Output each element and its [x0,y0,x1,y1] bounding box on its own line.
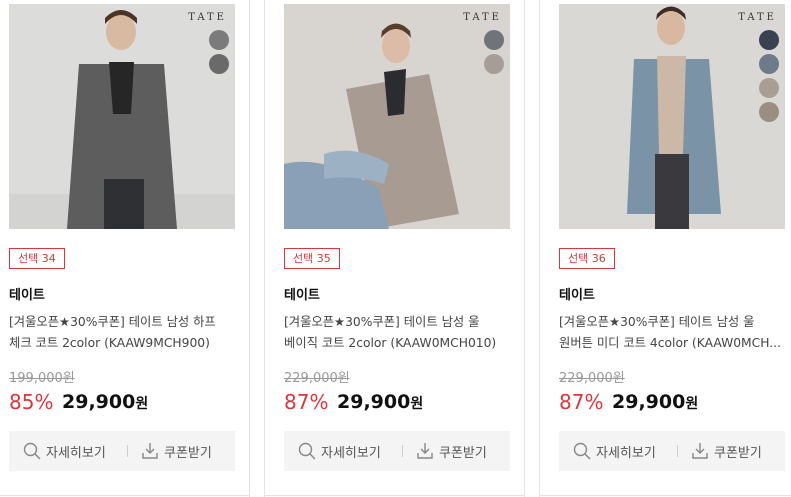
detail-label: 자세히보기 [46,445,106,461]
sale-price: 29,900원 [337,391,423,413]
price-unit: 원 [685,396,699,412]
download-icon [692,443,708,459]
original-price: 229,000원 [284,371,350,386]
coupon-label: 쿠폰받기 [439,445,487,461]
discount-rate: 87% [284,390,329,414]
sale-price: 29,900원 [612,391,698,413]
coupon-label: 쿠폰받기 [714,445,762,461]
coupon-button[interactable]: 쿠폰받기 [141,431,212,471]
product-title-line: [겨울오픈★30%쿠폰] 테이트 남성 울 [559,315,755,329]
card-divider [264,0,265,497]
sale-price-value: 29,900 [62,391,136,413]
color-swatch [759,54,779,74]
price-unit: 원 [410,396,424,412]
detail-button[interactable]: 자세히보기 [23,431,106,471]
brand-logo: TATE [188,12,227,23]
color-swatch [484,30,504,50]
brand-logo: TATE [463,12,502,23]
product-title[interactable]: [겨울오픈★30%쿠폰] 테이트 남성 하프 체크 코트 2color (KAA… [9,312,237,354]
search-icon [573,442,591,460]
model-photo [284,4,510,229]
product-image[interactable]: TATE [284,4,510,229]
action-separator [677,445,678,457]
download-icon [142,443,158,459]
product-card[interactable]: TATE 선택 34 테이트 [겨울오픈★30%쿠폰] 테이트 남성 하프 체크… [9,0,235,497]
card-divider [249,0,250,497]
action-bar: 자세히보기 쿠폰받기 [284,431,510,471]
color-swatch [759,30,779,50]
product-title-line: [겨울오픈★30%쿠폰] 테이트 남성 울 [284,315,480,329]
color-swatch [759,78,779,98]
detail-label: 자세히보기 [321,445,381,461]
detail-button[interactable]: 자세히보기 [573,431,656,471]
price-unit: 원 [135,396,149,412]
brand-name[interactable]: 테이트 [9,284,45,303]
coupon-label: 쿠폰받기 [164,445,212,461]
sale-price-value: 29,900 [612,391,686,413]
detail-button[interactable]: 자세히보기 [298,431,381,471]
action-bar: 자세히보기 쿠폰받기 [559,431,785,471]
coupon-button[interactable]: 쿠폰받기 [691,431,762,471]
search-icon [23,442,41,460]
product-title-line: 원버튼 미디 코트 4color (KAAW0MCH... [559,336,782,350]
color-swatch [209,30,229,50]
download-icon [417,443,433,459]
product-card[interactable]: TATE 선택 36 테이트 [겨울오픈★30%쿠폰] 테이트 남성 울 원버튼… [559,0,785,497]
product-title-line: 체크 코트 2color (KAAW9MCH900) [9,336,210,350]
selection-badge: 선택 35 [284,248,340,269]
card-divider [524,0,525,497]
original-price: 199,000원 [9,371,75,386]
selection-badge: 선택 34 [9,248,65,269]
product-card[interactable]: TATE 선택 35 테이트 [겨울오픈★30%쿠폰] 테이트 남성 울 베이직… [284,0,510,497]
color-swatch [209,54,229,74]
product-image[interactable]: TATE [559,4,785,229]
search-icon [298,442,316,460]
card-divider [539,0,540,497]
original-price: 229,000원 [559,371,625,386]
discount-rate: 87% [559,390,604,414]
brand-logo: TATE [738,12,777,23]
color-swatch [484,54,504,74]
product-title-line: 베이직 코트 2color (KAAW0MCH010) [284,336,497,350]
color-swatch [759,102,779,122]
model-photo [559,4,785,229]
selection-badge: 선택 36 [559,248,615,269]
sale-price-value: 29,900 [337,391,411,413]
action-separator [127,445,128,457]
product-title[interactable]: [겨울오픈★30%쿠폰] 테이트 남성 울 베이직 코트 2color (KAA… [284,312,512,354]
model-photo [9,4,235,229]
brand-name[interactable]: 테이트 [559,284,595,303]
product-image[interactable]: TATE [9,4,235,229]
brand-name[interactable]: 테이트 [284,284,320,303]
product-title[interactable]: [겨울오픈★30%쿠폰] 테이트 남성 울 원버튼 미디 코트 4color (… [559,312,787,354]
product-title-line: [겨울오픈★30%쿠폰] 테이트 남성 하프 [9,315,216,329]
discount-rate: 85% [9,390,54,414]
action-bar: 자세히보기 쿠폰받기 [9,431,235,471]
detail-label: 자세히보기 [596,445,656,461]
coupon-button[interactable]: 쿠폰받기 [416,431,487,471]
sale-price: 29,900원 [62,391,148,413]
action-separator [402,445,403,457]
